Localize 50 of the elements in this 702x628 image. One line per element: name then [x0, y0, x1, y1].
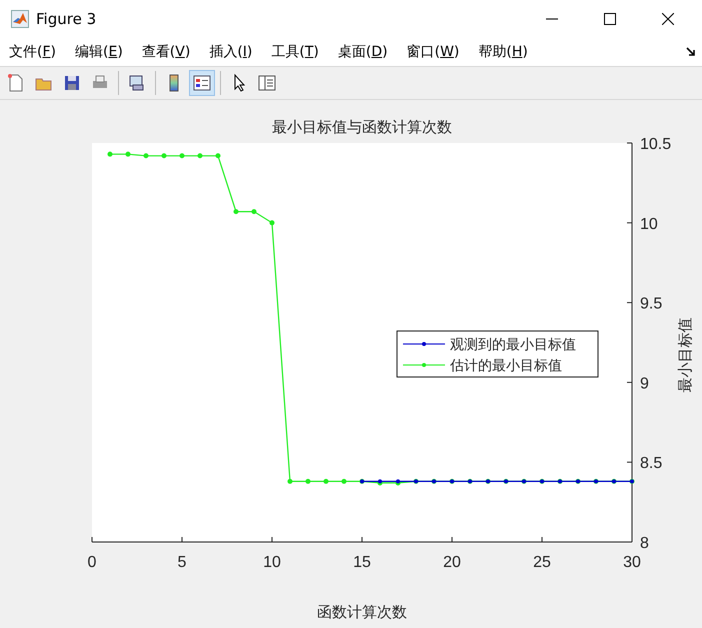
point	[162, 153, 166, 158]
y-tick-label: 10.5	[640, 136, 672, 153]
x-tick-label: 5	[178, 554, 186, 571]
y-tick-label: 9.5	[640, 296, 662, 313]
maximize-icon[interactable]	[604, 13, 616, 25]
menu-item[interactable]: 插入(I)	[209, 43, 252, 61]
menu-item[interactable]: 工具(T)	[271, 43, 319, 61]
point	[234, 209, 238, 214]
menu-item[interactable]: 文件(F)	[9, 43, 56, 61]
x-tick-label: 15	[353, 554, 371, 571]
legend-button[interactable]	[189, 70, 215, 96]
y-axis-label: 最小目标值	[676, 318, 694, 392]
menu-item[interactable]: 编辑(E)	[75, 43, 123, 61]
legend-line-icon	[402, 363, 446, 367]
point	[270, 220, 274, 226]
point	[108, 152, 112, 157]
point	[342, 478, 346, 484]
point	[306, 478, 310, 484]
legend-label: 观测到的最小目标值	[450, 337, 576, 353]
menu-item[interactable]: 桌面(D)	[338, 43, 388, 61]
dock-arrow-icon[interactable]	[686, 47, 696, 57]
x-tick-label: 25	[533, 554, 551, 571]
menu-item[interactable]: 帮助(H)	[478, 43, 528, 61]
point	[252, 209, 256, 214]
point	[180, 153, 184, 158]
x-tick-label: 10	[263, 554, 281, 571]
point	[126, 152, 130, 157]
point	[216, 153, 220, 158]
x-tick-label: 30	[623, 554, 641, 571]
matlab-logo-icon	[11, 10, 29, 28]
y-tick-label: 8	[640, 535, 649, 552]
x-axis-label: 函数计算次数	[317, 603, 407, 621]
legend-icon	[192, 73, 212, 93]
point	[198, 153, 202, 158]
panel-icon	[257, 73, 277, 93]
window-title: Figure 3	[36, 10, 96, 28]
y-tick-label: 8.5	[640, 455, 662, 472]
close-icon[interactable]	[662, 13, 674, 25]
legend-line-icon	[402, 342, 446, 346]
x-tick-label: 0	[88, 554, 96, 571]
y-tick-label: 9	[640, 375, 649, 392]
menu-item[interactable]: 窗口(W)	[406, 43, 460, 61]
legend-label: 估计的最小目标值	[450, 358, 562, 374]
menu-item[interactable]: 查看(V)	[142, 43, 190, 61]
chart-title: 最小目标值与函数计算次数	[272, 118, 452, 136]
point	[288, 478, 292, 484]
point	[324, 478, 328, 484]
x-tick-label: 20	[443, 554, 461, 571]
point	[144, 153, 148, 158]
y-tick-label: 10	[640, 216, 658, 233]
